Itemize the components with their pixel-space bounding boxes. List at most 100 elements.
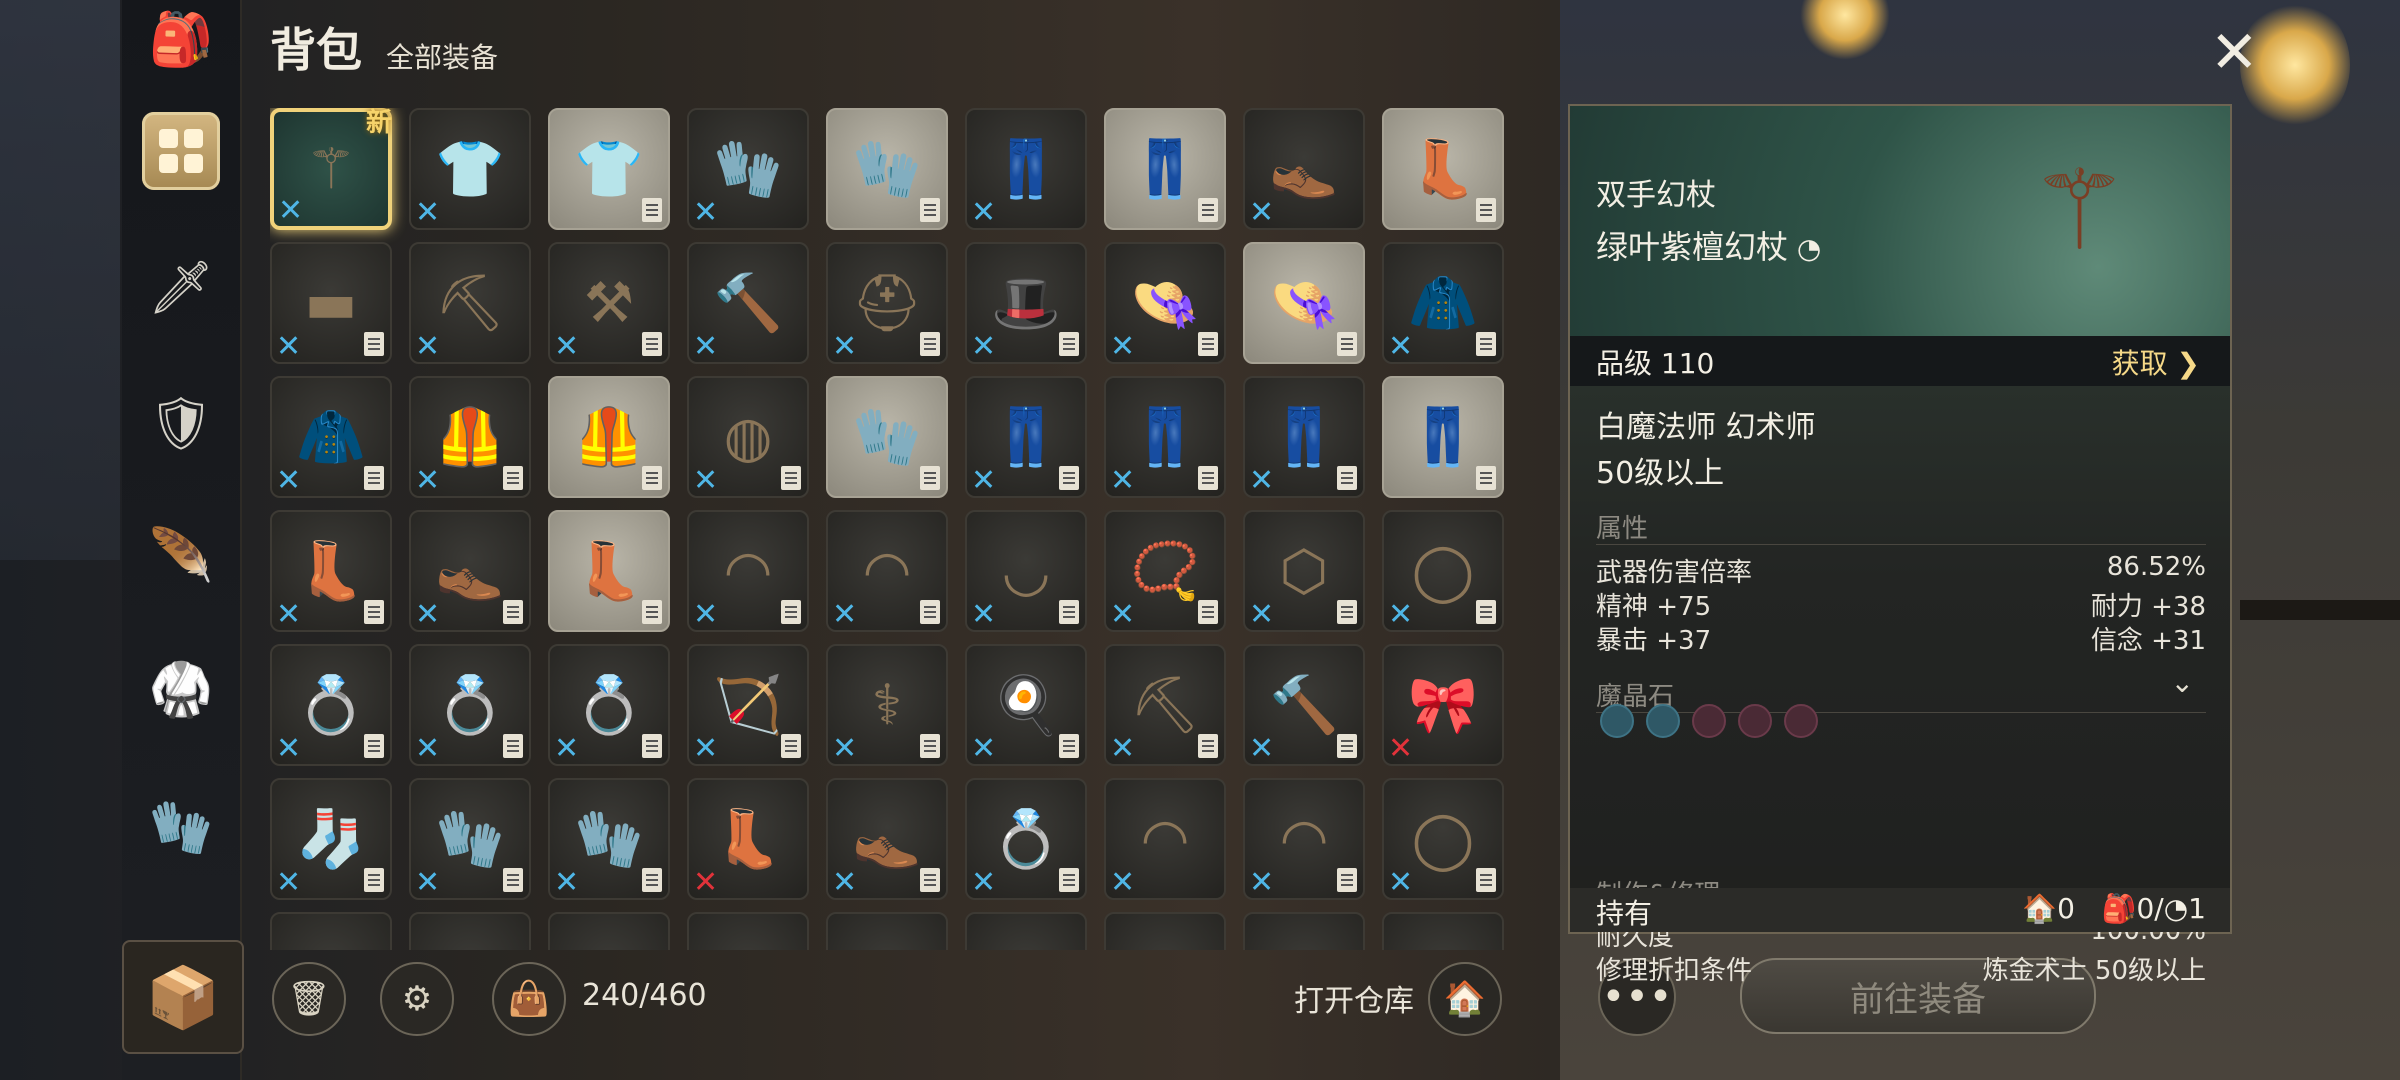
inventory-slot[interactable]: 👢 ✕	[687, 778, 809, 900]
open-warehouse-label[interactable]: 打开仓库	[1294, 976, 1414, 1020]
inventory-slot[interactable]: 👖	[1104, 108, 1226, 230]
inventory-slot[interactable]: 👖 ✕	[965, 376, 1087, 498]
inventory-slot[interactable]: ◠ ✕	[826, 510, 948, 632]
inventory-slot[interactable]: 💍 ✕	[270, 644, 392, 766]
inventory-slot[interactable]: 🦺	[548, 376, 670, 498]
shield-crest-icon[interactable]: 🛡	[142, 384, 220, 462]
inventory-slot[interactable]: ⚚ ✕ 新	[270, 108, 392, 230]
inventory-slot[interactable]: 👞 ✕	[826, 778, 948, 900]
chevron-right-icon: ❯	[2176, 347, 2200, 380]
inventory-slot[interactable]: 👕	[548, 108, 670, 230]
inventory-slot[interactable]: 👖 ✕	[1104, 376, 1226, 498]
inventory-slot[interactable]: ⛑ ✕	[826, 242, 948, 364]
inventory-slot[interactable]: 👢 ✕	[270, 510, 392, 632]
sort-settings-icon[interactable]: ⚙	[380, 962, 454, 1036]
inventory-slot[interactable]: 👒 ✕	[1104, 242, 1226, 364]
inventory-slot[interactable]: ◍ ✕	[687, 376, 809, 498]
inventory-slot[interactable]: 👢	[548, 510, 670, 632]
inventory-slot[interactable]: ◡ ✕	[965, 510, 1087, 632]
inventory-slot[interactable]: 🔨 ✕	[1243, 644, 1365, 766]
inventory-slot[interactable]: 🧥 ✕	[1382, 242, 1504, 364]
note-icon	[642, 868, 662, 892]
inventory-slot[interactable]: ⛏ ✕	[1104, 644, 1226, 766]
inventory-slot[interactable]	[548, 912, 670, 950]
gauntlet-icon[interactable]: 🧤	[142, 788, 220, 866]
inventory-slot[interactable]: 🧥 ✕	[270, 376, 392, 498]
obtain-link[interactable]: 获取 ❯	[2112, 342, 2200, 382]
inventory-slot[interactable]: 🏹 ✕	[687, 644, 809, 766]
inventory-slot[interactable]: ▬ ✕	[270, 242, 392, 364]
inventory-slot[interactable]: 👕 ✕	[409, 108, 531, 230]
feather-hat-icon[interactable]: 🪶	[142, 516, 220, 594]
job-mismatch-mark-icon: ✕	[415, 463, 441, 498]
inventory-slot[interactable]: 🍳 ✕	[965, 644, 1087, 766]
note-icon	[1059, 734, 1079, 758]
job-mismatch-mark-icon: ✕	[971, 865, 997, 900]
inventory-slot[interactable]: 👢	[1382, 108, 1504, 230]
inventory-slot[interactable]	[1382, 912, 1504, 950]
inventory-slot[interactable]: 🧤 ✕	[409, 778, 531, 900]
job-mismatch-mark-icon: ✕	[415, 731, 441, 766]
inventory-slot[interactable]: 👖	[1382, 376, 1504, 498]
inventory-slot[interactable]: ◠ ✕	[1243, 778, 1365, 900]
inventory-slot[interactable]	[965, 912, 1087, 950]
inventory-slot[interactable]: 📿 ✕	[1104, 510, 1226, 632]
inventory-slot[interactable]: 👞 ✕	[1243, 108, 1365, 230]
inventory-slot[interactable]: 🧤	[826, 376, 948, 498]
inventory-slot[interactable]: 💍 ✕	[409, 644, 531, 766]
inventory-slot[interactable]: 🧤	[826, 108, 948, 230]
inventory-slot[interactable]: 💍 ✕	[548, 644, 670, 766]
note-icon	[642, 734, 662, 758]
inventory-slot[interactable]: 💍 ✕	[965, 778, 1087, 900]
note-icon	[364, 734, 384, 758]
inventory-slot[interactable]: ⬡ ✕	[1243, 510, 1365, 632]
note-icon	[1059, 466, 1079, 490]
sword-icon[interactable]: 🗡	[142, 248, 220, 326]
inventory-slot[interactable]: 🧦 ✕	[270, 778, 392, 900]
inventory-slot[interactable]: ◯ ✕	[1382, 778, 1504, 900]
chevron-down-icon[interactable]: ⌄	[2171, 666, 2194, 699]
inventory-slot[interactable]: ◠ ✕	[1104, 778, 1226, 900]
inventory-slot[interactable]: ⛏ ✕	[409, 242, 531, 364]
job-mismatch-mark-icon: ✕	[1249, 463, 1275, 498]
job-mismatch-mark-icon: ✕	[832, 597, 858, 632]
inventory-slot[interactable]: 👖 ✕	[1243, 376, 1365, 498]
inventory-slot[interactable]	[687, 912, 809, 950]
job-mismatch-mark-icon: ✕	[1110, 731, 1136, 766]
sidebar-item-all-equipment[interactable]	[142, 112, 220, 190]
warehouse-icon[interactable]: 🏠	[1428, 962, 1502, 1036]
inventory-slot[interactable]: 🎀 ✕	[1382, 644, 1504, 766]
inventory-slot[interactable]: 🎩 ✕	[965, 242, 1087, 364]
inventory-slot[interactable]	[1104, 912, 1226, 950]
inventory-slot[interactable]	[826, 912, 948, 950]
inventory-slot[interactable]: ◯ ✕	[1382, 510, 1504, 632]
inventory-slot[interactable]	[1243, 912, 1365, 950]
inventory-slot[interactable]: 👒	[1243, 242, 1365, 364]
inventory-slot[interactable]: 👞 ✕	[409, 510, 531, 632]
inventory-slot[interactable]: ⚕ ✕	[826, 644, 948, 766]
inventory-slot[interactable]	[270, 912, 392, 950]
discard-icon[interactable]: 🗑	[272, 962, 346, 1036]
inventory-slot[interactable]: ⚒ ✕	[548, 242, 670, 364]
note-icon	[503, 734, 523, 758]
inventory-slot[interactable]	[409, 912, 531, 950]
job-mismatch-mark-icon: ✕	[415, 329, 441, 364]
job-mismatch-mark-icon: ✕	[693, 597, 719, 632]
owned-bar: 持有 🏠0 🎒0/◔1	[1570, 888, 2230, 932]
inventory-slot[interactable]: 🦺 ✕	[409, 376, 531, 498]
job-mismatch-mark-icon: ✕	[1110, 865, 1136, 900]
inventory-slot[interactable]: 🧤 ✕	[548, 778, 670, 900]
bag-expand-icon[interactable]: 👜	[492, 962, 566, 1036]
note-icon	[1198, 332, 1218, 356]
inventory-slot[interactable]: 🔨 ✕	[687, 242, 809, 364]
inventory-slot[interactable]: 👖 ✕	[965, 108, 1087, 230]
armor-icon[interactable]: 🥋	[142, 650, 220, 728]
inventory-slot[interactable]: ◠ ✕	[687, 510, 809, 632]
page-title: 背包	[270, 23, 362, 77]
bag-icon[interactable]: 🎒	[142, 0, 220, 78]
item-detail-header: 双手幻杖 绿叶紫檀幻杖 ◔ ⚚	[1570, 106, 2230, 336]
inventory-slot[interactable]: 🧤 ✕	[687, 108, 809, 230]
item-box-icon[interactable]: 📦	[122, 940, 244, 1054]
close-icon[interactable]: ✕	[2210, 18, 2259, 86]
materia-slot	[1600, 704, 1634, 738]
